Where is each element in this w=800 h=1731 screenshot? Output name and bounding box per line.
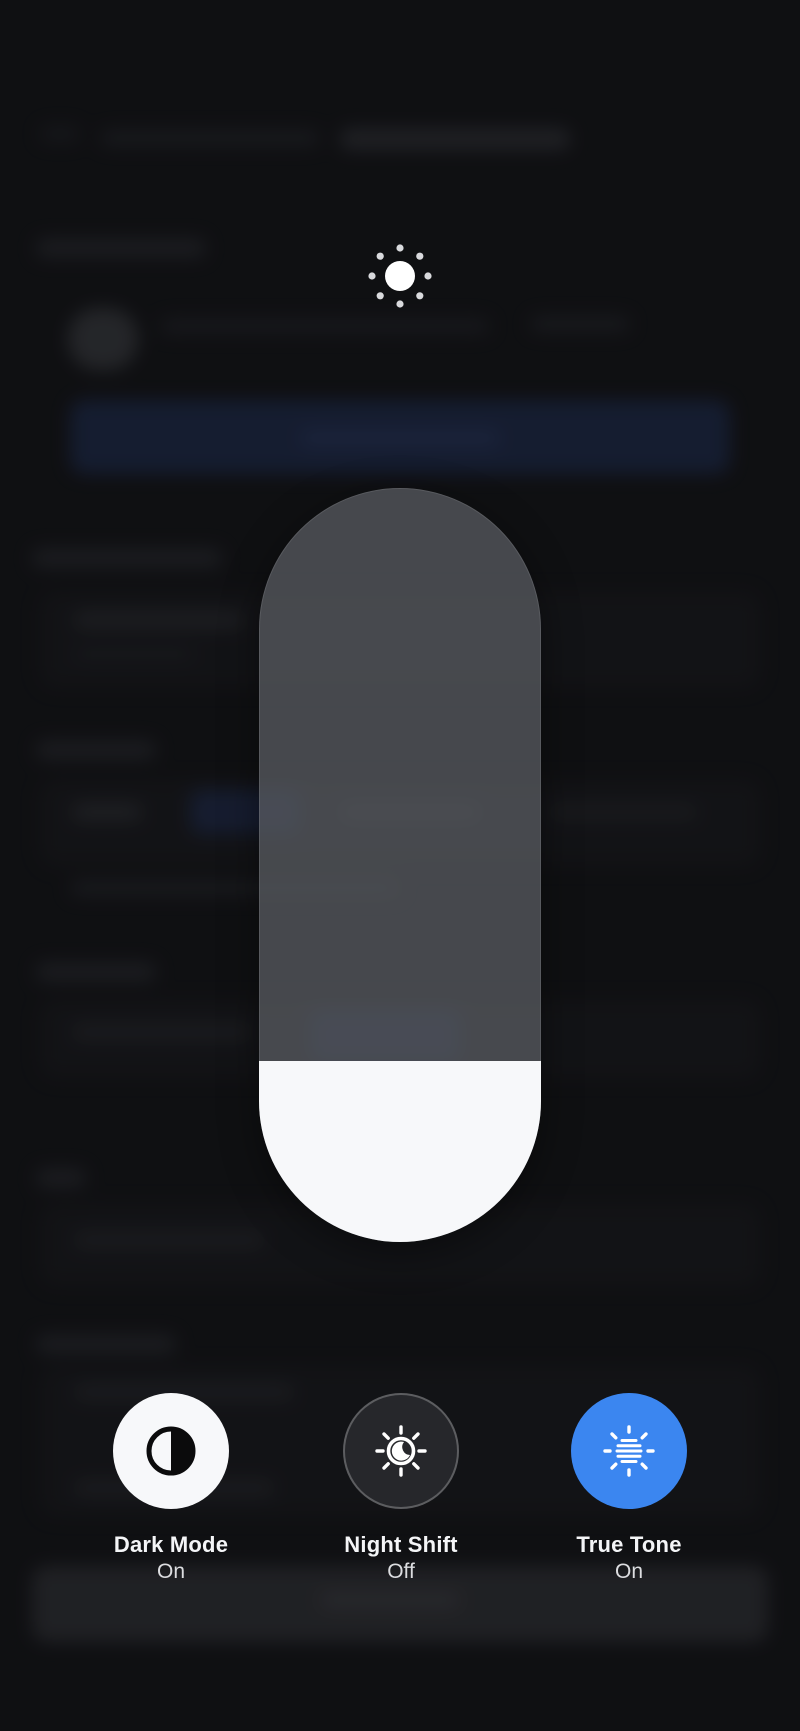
true-tone-icon <box>603 1425 655 1477</box>
dark-mode-label: Dark Mode <box>113 1532 229 1557</box>
brightness-control-screen: Dark Mode On Night Shift Off True Tone O… <box>0 0 800 1731</box>
dark-mode-icon <box>146 1426 196 1476</box>
night-shift-toggle-group: Night Shift Off <box>301 1393 501 1585</box>
dark-mode-toggle-group: Dark Mode On <box>71 1393 271 1585</box>
night-shift-icon <box>375 1425 427 1477</box>
sun-icon <box>368 244 432 308</box>
true-tone-label: True Tone <box>576 1532 682 1557</box>
brightness-slider-fill <box>259 1061 541 1242</box>
night-shift-state: Off <box>387 1560 415 1583</box>
display-toggles: Dark Mode On Night Shift Off True Tone O… <box>0 1393 800 1593</box>
brightness-slider[interactable] <box>259 488 541 1242</box>
dark-mode-button[interactable] <box>113 1393 229 1509</box>
true-tone-button[interactable] <box>571 1393 687 1509</box>
night-shift-button[interactable] <box>343 1393 459 1509</box>
night-shift-label: Night Shift <box>344 1532 458 1557</box>
true-tone-toggle-group: True Tone On <box>529 1393 729 1585</box>
dark-mode-state: On <box>156 1560 185 1583</box>
true-tone-state: On <box>614 1560 643 1583</box>
